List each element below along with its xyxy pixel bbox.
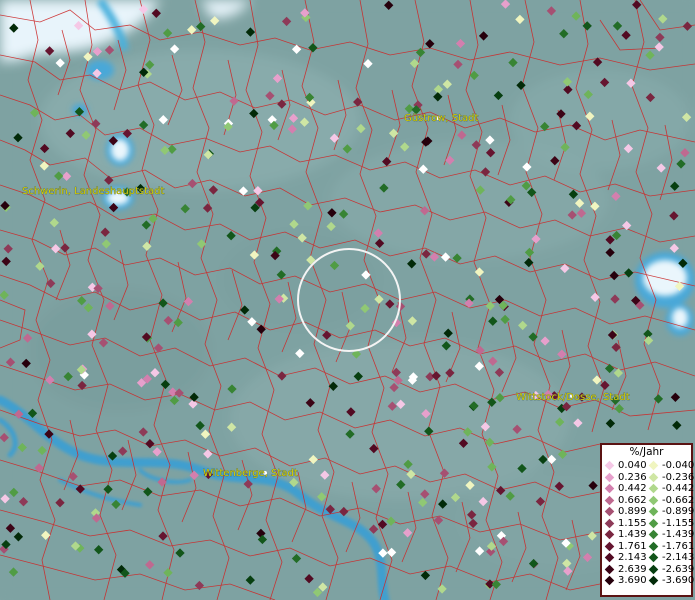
legend-row: 1.155 -1.155 <box>604 517 695 530</box>
legend-title: %/Jahr <box>629 446 664 458</box>
legend-row: 1.439 -1.439 <box>604 529 695 541</box>
legend-swatch <box>604 575 615 586</box>
legend-entry-negative: -0.236 <box>648 471 695 483</box>
legend-swatch <box>604 506 615 517</box>
legend-row: 1.761 -1.761 <box>604 540 695 553</box>
legend-value: -1.761 <box>662 540 695 552</box>
legend-value: 0.040 <box>618 460 647 472</box>
legend-value: -1.155 <box>662 517 695 529</box>
legend-value: 0.442 <box>618 483 647 495</box>
legend-swatch <box>604 460 615 471</box>
legend-entry-negative: -1.761 <box>648 540 695 552</box>
legend-swatch <box>604 529 615 540</box>
legend-value: 2.639 <box>618 563 647 575</box>
legend-swatch <box>648 518 659 529</box>
legend-entry-positive: 2.143 <box>604 552 648 563</box>
legend-swatch <box>604 495 615 506</box>
legend-value: -0.040 <box>662 460 695 472</box>
legend-row: 2.143 -2.143 <box>604 552 695 564</box>
legend-value: -0.899 <box>662 506 695 518</box>
legend-value: -2.143 <box>662 552 695 564</box>
legend-entry-negative: -1.439 <box>648 529 695 541</box>
legend-entry-negative: -2.639 <box>648 563 695 575</box>
legend-swatch <box>648 483 659 494</box>
legend-value: -0.662 <box>662 494 695 506</box>
legend-entry-positive: 1.761 <box>604 541 648 552</box>
legend-swatch <box>604 552 615 563</box>
legend-value: 0.899 <box>618 506 647 518</box>
legend-value: 1.761 <box>618 540 647 552</box>
legend-swatch <box>648 460 659 471</box>
legend-row: 0.662 -0.662 <box>604 494 695 507</box>
legend-swatch <box>604 564 615 575</box>
city-label-schwerin: Schwerin, Landeshauptstadt <box>22 186 165 197</box>
legend-entry-negative: -0.040 <box>648 460 695 472</box>
legend-value: 0.236 <box>618 471 647 483</box>
legend-swatch <box>648 564 659 575</box>
legend-swatch <box>648 541 659 552</box>
legend-swatch <box>648 472 659 483</box>
legend-swatch <box>604 541 615 552</box>
legend-value: -0.236 <box>662 471 695 483</box>
legend-swatch <box>648 552 659 563</box>
legend-entry-negative: -1.155 <box>648 517 695 529</box>
legend-entry-negative: -0.442 <box>648 483 695 495</box>
legend-entry-negative: -3.690 <box>648 575 695 587</box>
legend-entry-positive: 1.155 <box>604 518 648 529</box>
legend-entry-negative: -2.143 <box>648 552 695 564</box>
legend-entry-positive: 0.662 <box>604 495 648 506</box>
legend-value: -0.442 <box>662 483 695 495</box>
legend-value: -1.439 <box>662 529 695 541</box>
legend-row: 3.690 -3.690 <box>604 575 695 587</box>
city-label-guestrow: Güstrow, Stadt <box>404 113 479 124</box>
legend-entry-negative: -0.662 <box>648 494 695 506</box>
legend-swatch <box>648 575 659 586</box>
legend-entry-positive: 0.040 <box>604 460 648 471</box>
map-canvas[interactable]: Schwerin, Landeshauptstadt Güstrow, Stad… <box>0 0 695 600</box>
city-label-wittenberge: Wittenberge, Stadt <box>203 468 298 479</box>
legend-swatch <box>604 472 615 483</box>
legend-rows: 0.040 -0.040 0.236 -0.236 0.442 -0.442 0.662 -0… <box>604 460 695 587</box>
legend-swatch <box>604 483 615 494</box>
legend-entry-positive: 3.690 <box>604 575 648 586</box>
legend-entry-positive: 0.442 <box>604 483 648 494</box>
legend-value: 1.439 <box>618 529 647 541</box>
legend-entry-positive: 2.639 <box>604 564 648 575</box>
legend-value: 2.143 <box>618 552 647 564</box>
legend-value: 0.662 <box>618 494 647 506</box>
legend-value: -2.639 <box>662 563 695 575</box>
legend-swatch <box>648 529 659 540</box>
city-label-wittstock: Wittstock/Dosse, Stadt <box>516 392 630 403</box>
legend-entry-positive: 0.236 <box>604 472 648 483</box>
legend-swatch <box>604 518 615 529</box>
legend-row: 0.899 -0.899 <box>604 506 695 518</box>
legend-row: 0.442 -0.442 <box>604 483 695 495</box>
legend-row: 0.236 -0.236 <box>604 471 695 484</box>
legend-entry-positive: 1.439 <box>604 529 648 540</box>
legend: %/Jahr 0.040 -0.040 0.236 -0.236 0.442 -0.442… <box>600 443 695 597</box>
legend-swatch <box>648 495 659 506</box>
legend-entry-negative: -0.899 <box>648 506 695 518</box>
legend-row: 0.040 -0.040 <box>604 460 695 472</box>
legend-value: 3.690 <box>618 575 647 587</box>
legend-value: 1.155 <box>618 517 647 529</box>
legend-value: -3.690 <box>662 575 695 587</box>
legend-entry-positive: 0.899 <box>604 506 648 517</box>
legend-row: 2.639 -2.639 <box>604 563 695 576</box>
legend-swatch <box>648 506 659 517</box>
